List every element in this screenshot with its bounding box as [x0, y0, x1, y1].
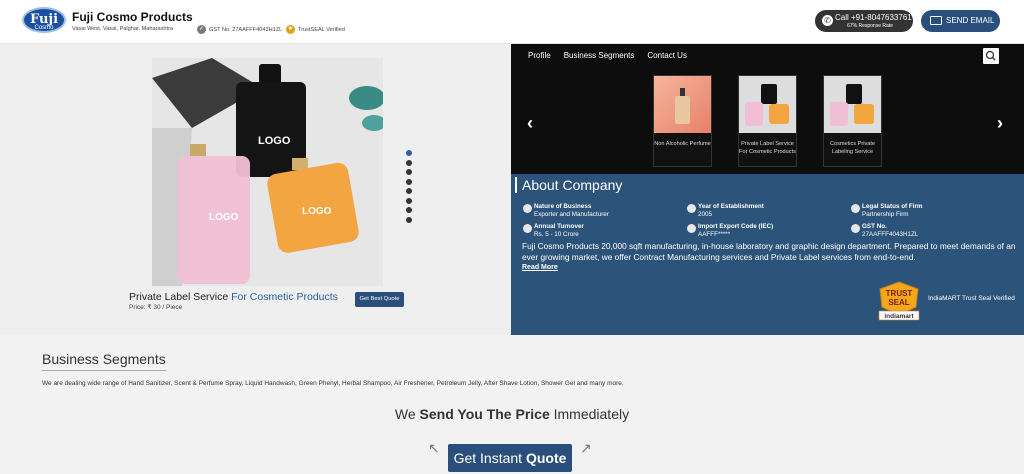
card-image: [654, 76, 711, 133]
business-segments-heading: Business Segments: [42, 351, 166, 367]
logo-black-label: LOGO: [258, 135, 291, 147]
gst-icon: [851, 224, 860, 233]
search-icon: [985, 50, 996, 61]
carousel-card[interactable]: Non Alcoholic Perfume: [653, 75, 712, 167]
carousel-dot[interactable]: [406, 207, 412, 213]
carousel-next-arrow[interactable]: ›: [997, 113, 1003, 134]
carousel-dot[interactable]: [406, 178, 412, 185]
send-email-button[interactable]: SEND EMAIL: [921, 10, 1000, 32]
card-label: Private Label Service For Cosmetic Produ…: [739, 141, 796, 155]
business-icon: [523, 204, 532, 213]
fact-value: 2005: [698, 211, 713, 218]
fact-nature-of-business: Nature of Business Exporter and Manufactu…: [523, 203, 609, 219]
search-button[interactable]: [983, 48, 999, 64]
fact-label: Year of Establishment: [698, 203, 764, 210]
top-nav: Profile Business Segments Contact Us: [528, 51, 700, 60]
left-curl-arrow-icon: ↖: [428, 440, 440, 456]
product-title-main: Private Label Service: [129, 291, 232, 303]
seal-word-seal: SEAL: [888, 298, 909, 307]
cta-button-pre: Get Instant: [453, 450, 526, 466]
seal-word-trust: TRUST: [886, 289, 913, 298]
fact-value: AAFFF*****: [698, 231, 731, 238]
product-title-accent: For Cosmetic Products: [231, 291, 338, 303]
send-pre: We: [394, 406, 420, 422]
about-heading: About Company: [515, 177, 622, 193]
fact-value: 27AAFFF4043H1ZL: [862, 231, 919, 238]
product-image[interactable]: LOGO LOGO LOGO: [152, 58, 386, 286]
image-carousel-dots: [406, 150, 414, 226]
fact-label: GST No.: [862, 223, 887, 230]
nav-item-contact-us[interactable]: Contact Us: [647, 51, 687, 60]
fact-legal-status: Legal Status of Firm Partnership Firm: [851, 203, 923, 219]
trustseal-text-label: IndiaMART Trust Seal Verified: [928, 295, 1015, 302]
carousel-dot[interactable]: [406, 216, 412, 223]
company-name[interactable]: Fuji Cosmo Products: [72, 10, 193, 24]
carousel-dot[interactable]: [406, 169, 412, 175]
iec-icon: [687, 224, 696, 233]
fact-annual-turnover: Annual Turnover Rs. 5 - 10 Crore: [523, 223, 584, 239]
logo-orange-label: LOGO: [302, 206, 332, 217]
fact-label: Nature of Business: [534, 203, 592, 210]
carousel-dot[interactable]: [406, 150, 412, 156]
carousel-card[interactable]: Cosmetics Private Labeling Service: [823, 75, 882, 167]
mail-icon: [930, 16, 942, 25]
nav-item-profile[interactable]: Profile: [528, 51, 551, 60]
seal-icon: ★: [286, 25, 295, 34]
send-bold: Send You The Price: [419, 406, 550, 422]
business-segments-text: We are dealing wide range of Hand Saniti…: [42, 380, 624, 387]
fact-gst: GST No. 27AAFFF4043H1ZL: [851, 223, 919, 239]
logo-subtext: Cosmo: [34, 25, 54, 31]
trustseal-badge[interactable]: ★ TrustSEAL Verified: [286, 25, 345, 34]
heading-underline: [42, 370, 166, 371]
call-label: Call +91-8047633761: [835, 13, 912, 22]
carousel-prev-arrow[interactable]: ‹: [527, 113, 533, 134]
card-label: Cosmetics Private Labeling Service: [829, 141, 876, 155]
gst-badge: ✓ GST No. 27AAFFF4043H1ZL: [197, 25, 282, 34]
card-image: [739, 76, 796, 133]
fact-iec: Import Export Code (IEC) AAFFF*****: [687, 223, 774, 239]
response-rate: 67% Response Rate: [847, 23, 893, 29]
fact-label: Legal Status of Firm: [862, 203, 923, 210]
carousel-dot[interactable]: [406, 197, 412, 204]
card-image: [824, 76, 881, 133]
email-label: SEND EMAIL: [946, 16, 995, 25]
card-label: Non Alcoholic Perfume: [654, 141, 711, 147]
product-price: Price: ₹ 30 / Piece: [129, 304, 183, 311]
site-header: Fuji Cosmo Fuji Cosmo Products Vasai West…: [0, 0, 1024, 44]
phone-icon: ✆: [822, 15, 833, 26]
check-icon: ✓: [197, 25, 206, 34]
cta-button-bold: Quote: [525, 450, 567, 466]
legal-icon: [851, 204, 860, 213]
seal-word-indiamart: indiamart: [884, 313, 914, 320]
calendar-icon: [687, 204, 696, 213]
carousel-dot[interactable]: [406, 188, 412, 194]
send-price-banner: We Send You The Price Immediately: [0, 406, 1024, 422]
fact-value: Exporter and Manufacturer: [534, 211, 609, 218]
call-button[interactable]: ✆ Call +91-8047633761 67% Response Rate: [815, 10, 913, 32]
fact-value: Rs. 5 - 10 Crore: [534, 231, 579, 238]
carousel-dot[interactable]: [406, 159, 412, 166]
get-best-quote-button[interactable]: Get Best Quote: [355, 292, 404, 307]
read-more-link[interactable]: Read More: [522, 264, 558, 271]
fact-value: Partnership Firm: [862, 211, 909, 218]
trust-seal-icon: TRUST SEAL indiamart: [878, 281, 920, 321]
product-title[interactable]: Private Label Service For Cosmetic Produ…: [129, 291, 338, 303]
company-address: Vasai West, Vasai, Palghar, Maharashtra: [72, 26, 174, 32]
trustseal-logo[interactable]: TRUST SEAL indiamart: [876, 281, 922, 321]
fact-label: Import Export Code (IEC): [698, 223, 774, 230]
send-post: Immediately: [549, 406, 630, 422]
gst-text: GST No. 27AAFFF4043H1ZL: [209, 26, 283, 33]
about-description: Fuji Cosmo Products 20,000 sqft manufact…: [522, 241, 1016, 262]
company-logo[interactable]: Fuji Cosmo: [22, 7, 66, 33]
fact-label: Annual Turnover: [534, 223, 584, 230]
right-curl-arrow-icon: ↗: [580, 440, 592, 456]
carousel-card[interactable]: Private Label Service For Cosmetic Produ…: [738, 75, 797, 167]
turnover-icon: [523, 224, 532, 233]
trustseal-text: TrustSEAL Verified: [298, 26, 345, 33]
logo-pink-label: LOGO: [209, 212, 239, 223]
nav-item-business-segments[interactable]: Business Segments: [564, 51, 635, 60]
get-instant-quote-button[interactable]: Get Instant Quote: [448, 444, 572, 472]
fact-year-established: Year of Establishment 2005: [687, 203, 764, 219]
